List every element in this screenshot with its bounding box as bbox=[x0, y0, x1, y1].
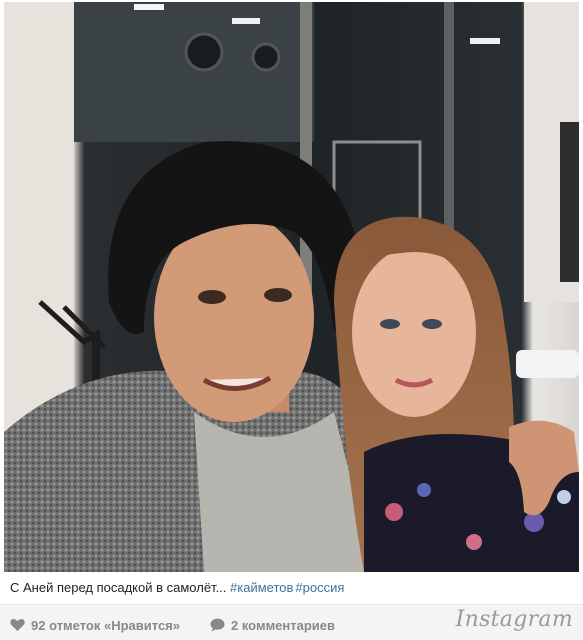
selfie-photo-illustration bbox=[4, 2, 579, 572]
post-photo[interactable] bbox=[4, 2, 579, 572]
hashtag-link-kaymetov[interactable]: #кайметов bbox=[230, 580, 293, 595]
post-caption: С Аней перед посадкой в самолёт... #кайм… bbox=[10, 580, 575, 598]
comments-count[interactable]: 2 комментариев bbox=[210, 617, 335, 633]
likes-count[interactable]: 92 отметок «Нравится» bbox=[10, 617, 180, 633]
likes-label: 92 отметок «Нравится» bbox=[31, 617, 180, 633]
speech-bubble-icon bbox=[210, 618, 225, 632]
hashtag-link-rossiya[interactable]: #россия bbox=[295, 580, 344, 595]
instagram-logo: Instagram bbox=[455, 607, 573, 632]
post-footer: 92 отметок «Нравится» 2 комментариев Ins… bbox=[0, 604, 583, 640]
caption-text: С Аней перед посадкой в самолёт... bbox=[10, 580, 227, 595]
heart-icon bbox=[10, 618, 25, 632]
instagram-post: С Аней перед посадкой в самолёт... #кайм… bbox=[0, 0, 583, 640]
comments-label: 2 комментариев bbox=[231, 617, 336, 633]
